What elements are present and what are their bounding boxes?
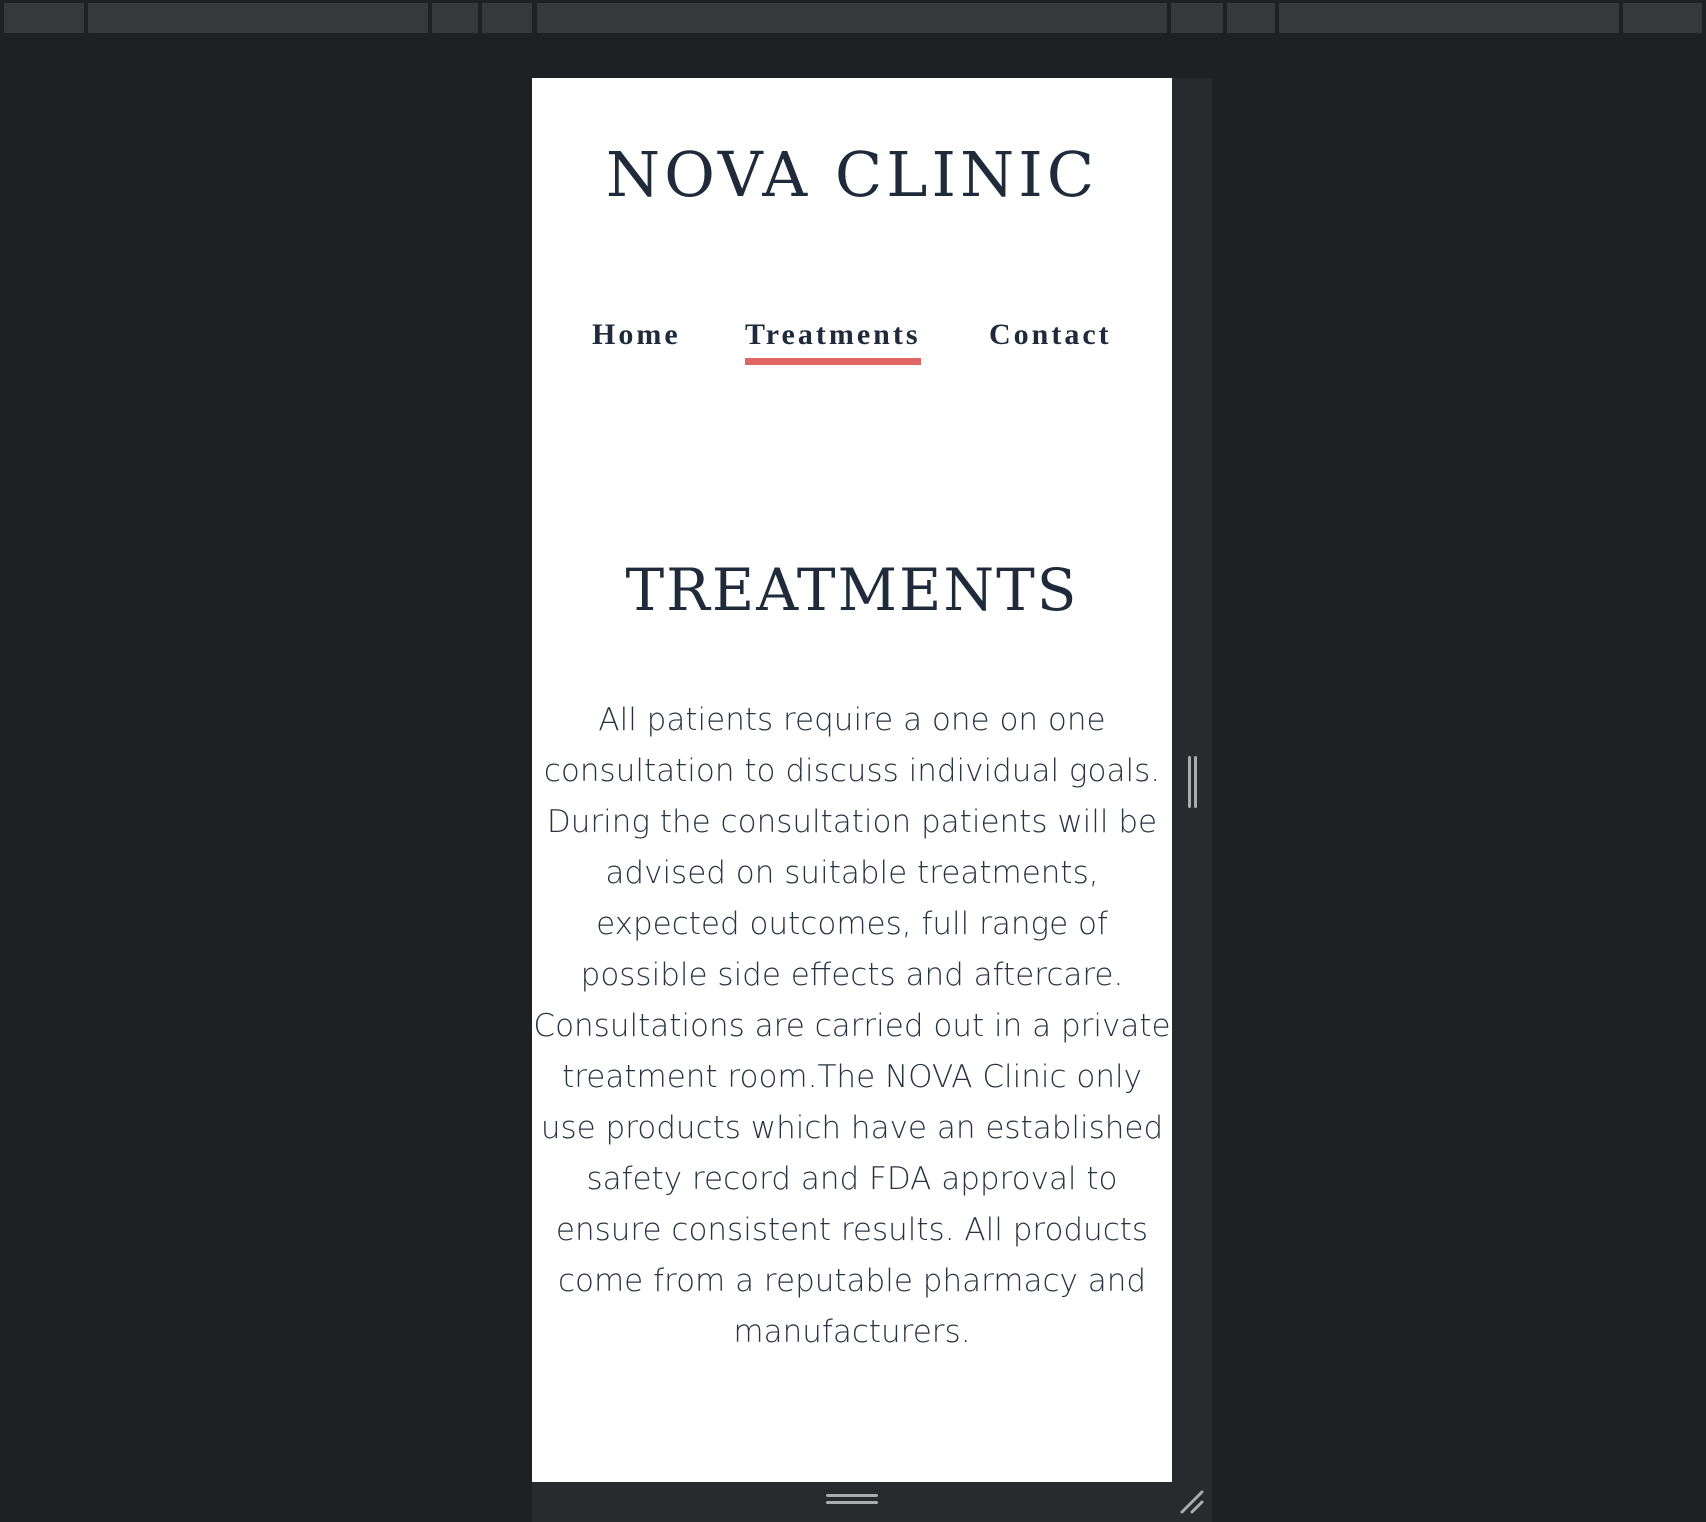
nav-treatments-link[interactable]: Treatments [745,318,921,365]
responsive-device-frame: NOVA CLINIC Home Treatments Contact TREA… [532,78,1212,1522]
toolbar-segment[interactable] [88,3,428,33]
resize-handle-bottom[interactable] [826,1494,878,1506]
toolbar-segment[interactable] [1171,3,1223,33]
toolbar-segment[interactable] [432,3,478,33]
treatments-description: All patients require a one on one consul… [533,702,1171,1350]
toolbar-segment[interactable] [537,3,1167,33]
nav-home-link[interactable]: Home [592,318,681,358]
devtools-toolbar [0,0,1706,36]
nav-contact-link[interactable]: Contact [989,318,1112,358]
toolbar-segment[interactable] [1227,3,1275,33]
main-nav: Home Treatments Contact [532,318,1172,378]
toolbar-segment[interactable] [482,3,532,33]
resize-corner-icon[interactable] [1178,1488,1204,1514]
page-title: TREATMENTS [625,556,1079,624]
toolbar-segment[interactable] [4,3,84,33]
site-logo[interactable]: NOVA CLINIC [532,138,1172,211]
resize-handle-right[interactable] [1188,756,1198,808]
toolbar-segment[interactable] [1623,3,1702,33]
toolbar-segment[interactable] [1279,3,1619,33]
page-viewport: NOVA CLINIC Home Treatments Contact TREA… [532,78,1172,1482]
